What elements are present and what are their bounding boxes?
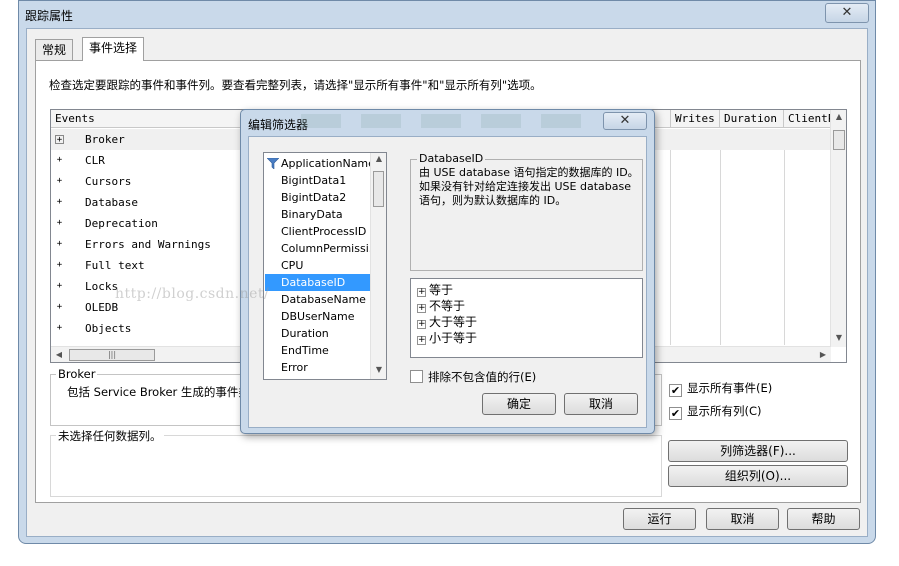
- expand-icon[interactable]: +: [55, 198, 64, 207]
- list-item[interactable]: ClientProcessID: [265, 223, 370, 240]
- expand-icon[interactable]: +: [417, 336, 426, 345]
- list-item[interactable]: EndTime: [265, 342, 370, 359]
- list-scrollbar[interactable]: ▲ ▼: [370, 153, 386, 379]
- window-close-button[interactable]: ✕: [825, 3, 869, 23]
- event-category-label: CLR: [85, 154, 105, 167]
- list-item[interactable]: ColumnPermissi...: [265, 240, 370, 257]
- dialog-title: 编辑筛选器: [248, 118, 309, 132]
- event-category-label: Locks: [85, 280, 119, 293]
- list-item[interactable]: BigintData1: [265, 172, 370, 189]
- expand-icon[interactable]: +: [55, 135, 64, 145]
- list-item[interactable]: Error: [265, 359, 370, 376]
- expand-icon[interactable]: +: [417, 288, 426, 297]
- run-button[interactable]: 运行: [623, 508, 696, 530]
- expand-icon[interactable]: +: [55, 282, 64, 291]
- list-item[interactable]: BinaryData: [265, 206, 370, 223]
- show-all-columns-label: 显示所有列(C): [687, 404, 762, 418]
- list-item[interactable]: CPU: [265, 257, 370, 274]
- scroll-left-icon[interactable]: ◀: [51, 350, 67, 359]
- description-text: 由 USE database 语句指定的数据库的 ID。如果没有针对给定连接发出…: [419, 166, 639, 207]
- filter-column-list[interactable]: ApplicationName BigintData1 BigintData2 …: [263, 152, 387, 380]
- show-all-columns-checkbox[interactable]: ✔ 显示所有列(C): [669, 403, 762, 420]
- expand-icon[interactable]: +: [55, 324, 64, 333]
- scroll-up-icon[interactable]: ▲: [831, 112, 846, 121]
- scroll-down-icon[interactable]: ▼: [831, 333, 846, 342]
- scroll-down-icon[interactable]: ▼: [371, 365, 386, 374]
- help-button[interactable]: 帮助: [787, 508, 860, 530]
- event-category-label: Errors and Warnings: [85, 238, 211, 251]
- broker-group-text: 包括 Service Broker 生成的事件类: [67, 385, 250, 399]
- operator-item[interactable]: + 等于: [417, 281, 453, 298]
- horizontal-scroll-thumb[interactable]: |||: [69, 349, 155, 361]
- column-filter-button[interactable]: 列筛选器(F)...: [668, 440, 848, 462]
- list-item[interactable]: DBUserName: [265, 308, 370, 325]
- exclude-empty-rows-label: 排除不包含值的行(E): [428, 370, 537, 384]
- column-header-events[interactable]: Events: [51, 110, 251, 128]
- grid-vertical-scrollbar[interactable]: ▲ ▼: [830, 110, 846, 347]
- checkbox-unchecked-icon: [410, 370, 423, 383]
- organize-columns-button[interactable]: 组织列(O)...: [668, 465, 848, 487]
- cancel-button[interactable]: 取消: [706, 508, 779, 530]
- list-item[interactable]: BigintData2: [265, 189, 370, 206]
- dialog-cancel-button[interactable]: 取消: [564, 393, 638, 415]
- show-all-events-checkbox[interactable]: ✔ 显示所有事件(E): [669, 380, 772, 397]
- expand-icon[interactable]: +: [417, 304, 426, 313]
- operator-item[interactable]: + 不等于: [417, 297, 465, 314]
- expand-icon[interactable]: +: [55, 240, 64, 249]
- event-category-label: OLEDB: [85, 301, 119, 314]
- event-category-label: Full text: [85, 259, 145, 272]
- filter-funnel-icon: [267, 158, 279, 169]
- window-title: 跟踪属性: [25, 9, 74, 23]
- close-icon: ✕: [841, 5, 853, 20]
- event-category-label: Deprecation: [85, 217, 158, 230]
- dialog-close-button[interactable]: ✕: [603, 112, 647, 130]
- column-header-clientp[interactable]: ClientP: [784, 110, 831, 128]
- expand-icon[interactable]: +: [55, 303, 64, 312]
- scroll-right-icon[interactable]: ▶: [815, 350, 831, 359]
- list-item-selected[interactable]: DatabaseID: [265, 274, 370, 291]
- description-title: DatabaseID: [417, 152, 486, 165]
- operator-label: 不等于: [429, 299, 466, 313]
- column-header-writes[interactable]: Writes: [670, 110, 720, 128]
- watermark: http://blog.csdn.net/: [115, 286, 270, 302]
- tab-events-selection[interactable]: 事件选择: [82, 37, 145, 61]
- instruction-text: 检查选定要跟踪的事件和事件列。要查看完整列表，请选择"显示所有事件"和"显示所有…: [49, 78, 542, 92]
- expand-icon[interactable]: +: [417, 320, 426, 329]
- vertical-scroll-thumb[interactable]: [833, 130, 845, 150]
- column-header-duration[interactable]: Duration: [720, 110, 784, 128]
- operator-item[interactable]: + 小于等于: [417, 329, 477, 346]
- expand-icon[interactable]: +: [55, 156, 64, 165]
- operator-label: 小于等于: [429, 331, 478, 345]
- list-item[interactable]: ApplicationName: [265, 155, 370, 172]
- tab-general[interactable]: 常规: [35, 39, 74, 61]
- list-item-label: ApplicationName: [281, 157, 370, 170]
- expand-icon[interactable]: +: [55, 261, 64, 270]
- dialog-content: ApplicationName BigintData1 BigintData2 …: [248, 136, 647, 428]
- filter-operators-tree[interactable]: + 等于 + 不等于 + 大于等于 + 小于等于: [410, 278, 643, 358]
- ok-button[interactable]: 确定: [482, 393, 556, 415]
- expand-icon[interactable]: +: [55, 177, 64, 186]
- scroll-up-icon[interactable]: ▲: [371, 154, 386, 163]
- checkbox-checked-icon: ✔: [669, 407, 682, 420]
- operator-label: 等于: [429, 283, 454, 297]
- event-category-label: Broker: [85, 133, 125, 146]
- column-description-group: DatabaseID 由 USE database 语句指定的数据库的 ID。如…: [410, 152, 643, 271]
- operator-item[interactable]: + 大于等于: [417, 313, 477, 330]
- show-all-events-label: 显示所有事件(E): [687, 381, 773, 395]
- data-columns-group: 未选择任何数据列。: [50, 428, 662, 497]
- edit-filter-dialog: 编辑筛选器 ✕ ApplicationName BigintData1 Bigi…: [240, 109, 655, 434]
- list-item[interactable]: DatabaseName: [265, 291, 370, 308]
- operator-label: 大于等于: [429, 315, 478, 329]
- broker-group-title: Broker: [56, 367, 98, 381]
- columns-group-title: 未选择任何数据列。: [56, 428, 164, 444]
- list-scroll-thumb[interactable]: [373, 171, 384, 207]
- close-icon: ✕: [619, 113, 631, 128]
- event-category-label: Database: [85, 196, 138, 209]
- event-category-label: Cursors: [85, 175, 132, 188]
- checkbox-checked-icon: ✔: [669, 384, 682, 397]
- list-item[interactable]: Duration: [265, 325, 370, 342]
- expand-icon[interactable]: +: [55, 219, 64, 228]
- event-category-label: Objects: [85, 322, 132, 335]
- exclude-empty-rows-checkbox[interactable]: 排除不包含值的行(E): [410, 369, 536, 385]
